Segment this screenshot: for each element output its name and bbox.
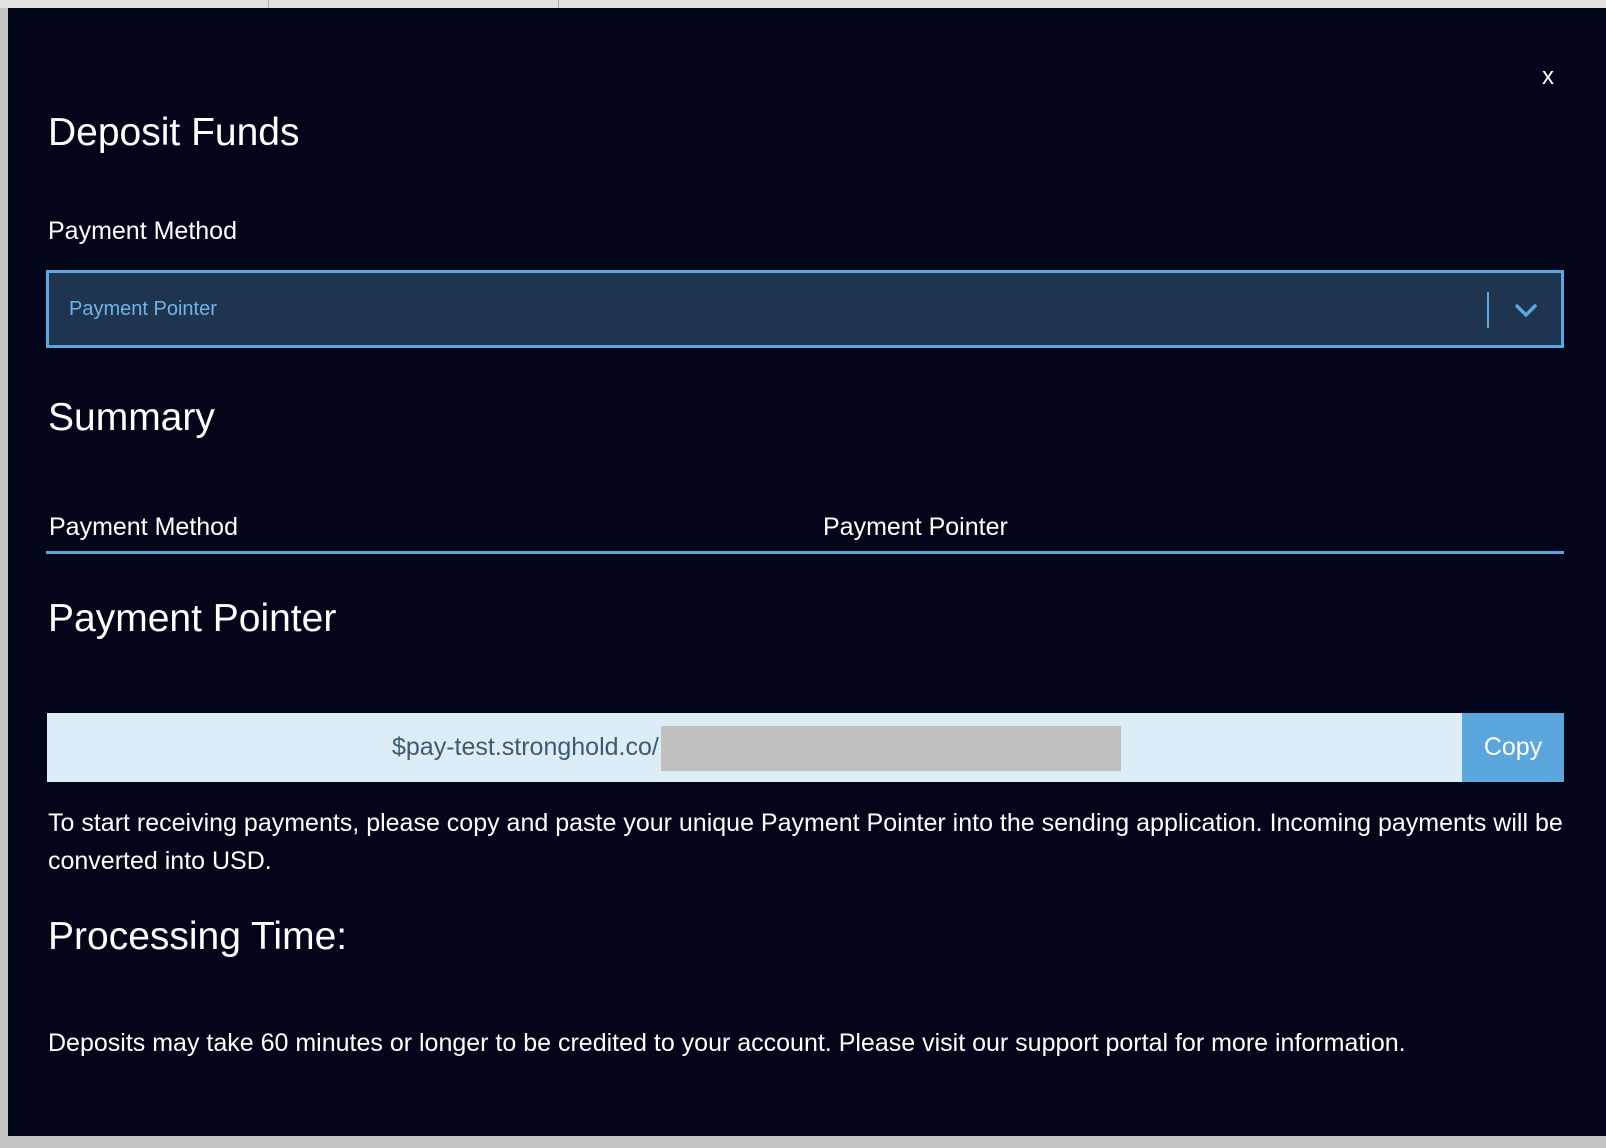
close-icon[interactable]: x	[1542, 62, 1554, 92]
dialog-title: Deposit Funds	[48, 111, 300, 154]
select-divider	[1487, 292, 1489, 328]
redacted-block	[661, 726, 1121, 771]
backdrop-toolbar	[0, 0, 1606, 8]
summary-row-value: Payment Pointer	[823, 513, 1008, 541]
chevron-down-icon[interactable]	[1513, 297, 1539, 323]
deposit-funds-dialog: x Deposit Funds Payment Method Payment P…	[8, 8, 1606, 1136]
payment-pointer-field[interactable]: $pay-test.stronghold.co/	[47, 713, 1462, 782]
payment-pointer-heading: Payment Pointer	[48, 597, 337, 640]
processing-time-heading: Processing Time:	[48, 915, 348, 958]
summary-row-key: Payment Method	[49, 513, 238, 541]
payment-method-selected-value: Payment Pointer	[69, 298, 217, 320]
processing-time-text: Deposits may take 60 minutes or longer t…	[48, 1029, 1406, 1057]
copy-button[interactable]: Copy	[1462, 713, 1564, 782]
payment-pointer-instructions: To start receiving payments, please copy…	[48, 809, 1563, 875]
backdrop-divider	[268, 0, 269, 8]
backdrop-divider	[558, 0, 559, 8]
payment-method-label: Payment Method	[48, 217, 237, 245]
payment-method-select[interactable]: Payment Pointer	[46, 270, 1564, 348]
summary-row: Payment Method Payment Pointer	[46, 506, 1564, 554]
summary-heading: Summary	[48, 396, 215, 439]
payment-pointer-value: $pay-test.stronghold.co/	[392, 733, 659, 761]
